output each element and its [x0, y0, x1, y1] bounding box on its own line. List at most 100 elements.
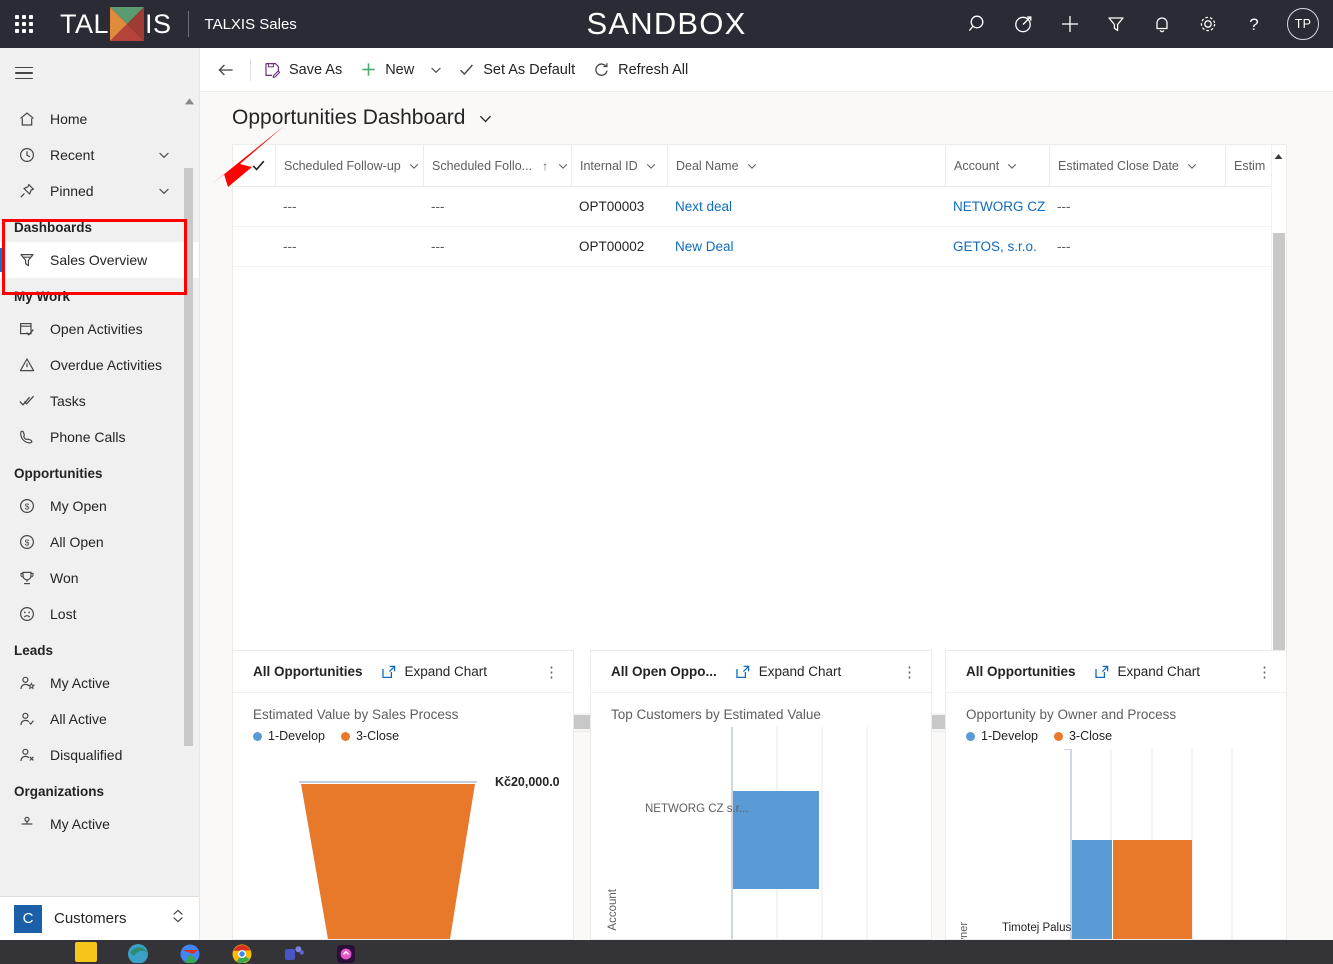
sidebar-item-my-open[interactable]: $ My Open — [0, 488, 199, 524]
cell-account[interactable]: NETWORG CZ — [945, 199, 1049, 214]
cell-account[interactable]: GETOS, s.r.o. — [945, 239, 1049, 254]
chevron-down-icon[interactable] — [408, 160, 420, 172]
chevron-down-icon[interactable] — [557, 160, 569, 172]
sidebar-item-leads-all-active[interactable]: All Active — [0, 701, 199, 737]
app-name[interactable]: TALXIS Sales — [205, 16, 297, 33]
teams-icon[interactable] — [268, 940, 320, 964]
sidebar-item-leads-disqualified[interactable]: Disqualified — [0, 737, 199, 773]
chevron-down-icon[interactable] — [157, 148, 171, 162]
sidebar-item-overdue-activities[interactable]: Overdue Activities — [0, 347, 199, 383]
cell-deal-name[interactable]: New Deal — [667, 239, 945, 254]
dashboard-selector-caret-icon[interactable] — [477, 110, 494, 127]
sidebar-item-sales-overview[interactable]: Sales Overview — [0, 242, 199, 278]
sidebar-scroll-up-button[interactable] — [183, 95, 196, 108]
sidebar-item-label: Overdue Activities — [50, 357, 163, 373]
new-dropdown-caret[interactable] — [423, 48, 449, 92]
app-switcher[interactable]: C Customers — [0, 896, 199, 940]
sidebar-item-pinned[interactable]: Pinned — [0, 173, 199, 209]
legend-item[interactable]: 1-Develop — [966, 729, 1038, 743]
chevron-up-down-icon[interactable] — [170, 908, 186, 929]
save-as-button[interactable]: Save As — [255, 48, 351, 92]
sidebar-item-open-activities[interactable]: Open Activities — [0, 311, 199, 347]
chevron-down-icon[interactable] — [1186, 160, 1198, 172]
legend-item[interactable]: 3-Close — [340, 729, 399, 743]
cell-deal-name[interactable]: Next deal — [667, 199, 945, 214]
grouped-bar-chart-plot — [1064, 749, 1233, 939]
expand-chart-button[interactable]: Expand Chart — [1094, 664, 1200, 680]
set-as-default-button[interactable]: Set As Default — [449, 48, 584, 92]
sidebar-collapse-button[interactable] — [0, 51, 48, 95]
sidebar-item-all-open[interactable]: $ All Open — [0, 524, 199, 560]
sidebar-group-dashboards: Dashboards — [14, 220, 93, 235]
table-row[interactable]: --- --- OPT00003 Next deal NETWORG CZ --… — [233, 187, 1286, 227]
chart-overflow-menu-icon[interactable]: ⋮ — [539, 659, 565, 685]
expand-chart-button[interactable]: Expand Chart — [735, 664, 841, 680]
refresh-all-button[interactable]: Refresh All — [584, 48, 697, 92]
sidebar-item-recent[interactable]: Recent — [0, 137, 199, 173]
settings-gear-icon[interactable] — [1185, 0, 1231, 48]
chart-tile-header: All Opportunities Expand Chart ⋮ — [946, 651, 1286, 693]
waffle-icon[interactable] — [0, 0, 48, 48]
command-bar-divider — [250, 58, 251, 81]
grid-column-scheduled-followup-2[interactable]: Scheduled Follo... ↑ — [423, 145, 571, 186]
chevron-down-icon[interactable] — [645, 160, 657, 172]
edge-icon[interactable] — [112, 940, 164, 964]
legend-item[interactable]: 3-Close — [1053, 729, 1112, 743]
new-button[interactable]: New — [351, 48, 423, 92]
legend-label: 1-Develop — [268, 729, 325, 743]
plus-icon — [360, 61, 377, 78]
grid-column-estimated-close-date[interactable]: Estimated Close Date — [1049, 145, 1225, 186]
chart-y-axis-label: Owner — [958, 922, 970, 939]
currency-dollar-icon: $ — [18, 496, 40, 516]
sidebar-item-label: Open Activities — [50, 321, 143, 337]
chart-legend: 1-Develop 3-Close — [253, 729, 573, 743]
quick-create-icon[interactable] — [1047, 0, 1093, 48]
expand-icon — [381, 664, 397, 680]
expand-chart-button[interactable]: Expand Chart — [381, 664, 487, 680]
sidebar-item-won[interactable]: Won — [0, 560, 199, 596]
grid-vertical-scrollbar[interactable] — [1271, 145, 1286, 731]
grid-column-account[interactable]: Account — [945, 145, 1049, 186]
chrome-icon[interactable] — [216, 940, 268, 964]
legend-color-swatch — [340, 731, 350, 741]
sidebar-item-organizations-my-active[interactable]: My Active — [0, 806, 199, 842]
app-tile-letter: C — [14, 904, 42, 933]
filter-icon[interactable] — [1093, 0, 1139, 48]
scroll-up-icon[interactable] — [1273, 151, 1284, 162]
grid-vertical-scrollbar-thumb[interactable] — [1273, 233, 1285, 691]
chart-overflow-menu-icon[interactable]: ⋮ — [1252, 659, 1278, 685]
sidebar-item-phone-calls[interactable]: Phone Calls — [0, 419, 199, 455]
select-all-checkbox[interactable] — [241, 158, 275, 173]
grid-column-scheduled-followup[interactable]: Scheduled Follow-up — [275, 145, 423, 186]
chevron-down-icon[interactable] — [1006, 160, 1018, 172]
notifications-icon[interactable] — [1139, 0, 1185, 48]
brand-logo[interactable]: TAL IS — [60, 7, 172, 41]
app-icon[interactable] — [320, 940, 372, 964]
sidebar-item-lost[interactable]: Lost — [0, 596, 199, 632]
table-row[interactable]: --- --- OPT00002 New Deal GETOS, s.r.o. … — [233, 227, 1286, 267]
chart-overflow-menu-icon[interactable]: ⋮ — [897, 659, 923, 685]
cell-internal-id: OPT00003 — [579, 199, 645, 214]
sidebar-item-home[interactable]: Home — [0, 101, 199, 137]
back-button[interactable] — [206, 48, 246, 92]
sidebar-item-label: Disqualified — [50, 747, 123, 763]
search-icon[interactable] — [955, 0, 1001, 48]
file-explorer-icon[interactable] — [60, 940, 112, 964]
sidebar-item-label: Lost — [50, 606, 77, 622]
chart-title: Estimated Value by Sales Process — [253, 707, 459, 722]
sidebar-scrollbar-track[interactable] — [184, 108, 196, 906]
avatar[interactable]: TP — [1287, 8, 1319, 40]
cell-scheduled-followup-2: --- — [431, 239, 445, 254]
sidebar-scrollbar-thumb[interactable] — [184, 168, 193, 746]
chevron-down-icon[interactable] — [157, 184, 171, 198]
assistant-icon[interactable] — [1001, 0, 1047, 48]
grid-column-internal-id[interactable]: Internal ID — [571, 145, 667, 186]
grid-column-deal-name[interactable]: Deal Name — [667, 145, 945, 186]
chevron-down-icon[interactable] — [746, 160, 758, 172]
browser-icon[interactable] — [164, 940, 216, 964]
cell-estimated-close-date: --- — [1057, 199, 1071, 214]
sidebar-item-tasks[interactable]: Tasks — [0, 383, 199, 419]
legend-item[interactable]: 1-Develop — [253, 729, 325, 743]
help-icon[interactable]: ? — [1231, 0, 1277, 48]
sidebar-item-leads-my-active[interactable]: My Active — [0, 665, 199, 701]
